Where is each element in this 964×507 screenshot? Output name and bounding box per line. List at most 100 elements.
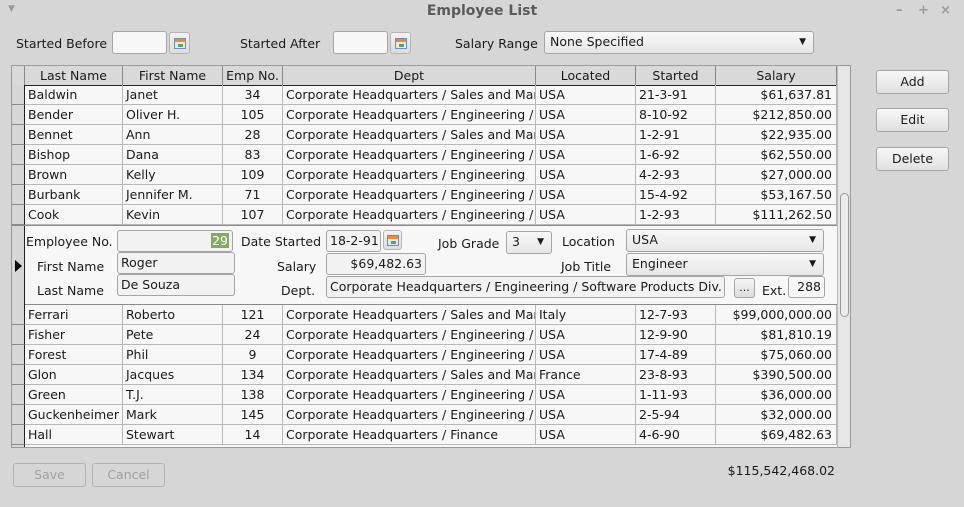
cell-last-name[interactable]: Glon (25, 365, 123, 385)
cell-dept[interactable]: Corporate Headquarters / Engineering / S… (283, 105, 536, 125)
date-started-calendar-button[interactable] (383, 230, 402, 250)
cell-first-name[interactable]: Jennifer M. (123, 185, 223, 205)
cell-emp-no[interactable]: 28 (223, 125, 283, 145)
cell-emp-no[interactable]: 83 (223, 145, 283, 165)
row-selector[interactable] (12, 365, 25, 385)
first-name-field[interactable]: Roger (117, 252, 235, 274)
started-after-calendar-button[interactable] (390, 32, 411, 54)
cell-last-name[interactable]: Cook (25, 205, 123, 225)
table-row[interactable]: Baldwin Janet 34 Corporate Headquarters / S… (12, 85, 838, 105)
cell-started[interactable]: 4-6-90 (636, 425, 716, 445)
cell-salary[interactable]: $27,000.00 (716, 165, 837, 185)
cell-located[interactable]: USA (536, 345, 636, 365)
close-icon[interactable]: × (940, 3, 951, 18)
row-selector[interactable] (12, 165, 25, 185)
column-header-started[interactable]: Started (636, 66, 716, 86)
cell-started[interactable]: 15-4-92 (636, 185, 716, 205)
column-header-last-name[interactable]: Last Name (25, 66, 123, 86)
add-button[interactable]: Add (876, 70, 949, 94)
cell-emp-no[interactable]: 9 (223, 345, 283, 365)
row-selector[interactable] (12, 325, 25, 345)
row-selector[interactable] (12, 145, 25, 165)
cell-first-name[interactable]: Kevin (123, 205, 223, 225)
cell-salary[interactable]: $22,935.00 (716, 125, 837, 145)
cell-started[interactable]: 12-9-90 (636, 325, 716, 345)
cell-located[interactable]: USA (536, 325, 636, 345)
table-row[interactable]: Guckenheimer Mark 145 Corporate Headquarter… (12, 405, 838, 425)
cell-last-name[interactable]: Ferrari (25, 305, 123, 325)
date-started-field[interactable]: 18-2-91 (326, 230, 381, 252)
cell-started[interactable]: 8-10-92 (636, 105, 716, 125)
cancel-button[interactable]: Cancel (92, 463, 165, 487)
cell-first-name[interactable]: Phil (123, 345, 223, 365)
cell-first-name[interactable]: Oliver H. (123, 105, 223, 125)
cell-dept[interactable]: Corporate Headquarters / Engineering / C… (283, 205, 536, 225)
cell-last-name[interactable]: Bender (25, 105, 123, 125)
cell-emp-no[interactable]: 121 (223, 305, 283, 325)
cell-last-name[interactable]: Brown (25, 165, 123, 185)
cell-salary[interactable]: $32,000.00 (716, 405, 837, 425)
row-selector[interactable] (12, 125, 25, 145)
cell-last-name[interactable]: Forest (25, 345, 123, 365)
cell-dept[interactable]: Corporate Headquarters / Engineering / C… (283, 325, 536, 345)
cell-located[interactable]: USA (536, 145, 636, 165)
started-after-input[interactable] (333, 31, 388, 54)
cell-last-name[interactable]: Green (25, 385, 123, 405)
cell-salary[interactable]: $61,637.81 (716, 85, 837, 105)
cell-emp-no[interactable]: 71 (223, 185, 283, 205)
save-button[interactable]: Save (13, 463, 86, 487)
grid-vertical-scrollbar[interactable] (837, 65, 851, 448)
cell-first-name[interactable]: Janet (123, 85, 223, 105)
cell-emp-no[interactable]: 107 (223, 205, 283, 225)
column-header-dept[interactable]: Dept (283, 66, 536, 86)
cell-emp-no[interactable]: 24 (223, 325, 283, 345)
cell-started[interactable]: 2-5-94 (636, 405, 716, 425)
scrollbar-thumb[interactable] (840, 193, 849, 317)
job-title-select[interactable]: Engineer ▼ (626, 253, 824, 276)
cell-salary[interactable]: $212,850.00 (716, 105, 837, 125)
cell-dept[interactable]: Corporate Headquarters / Engineering / S… (283, 185, 536, 205)
cell-located[interactable]: USA (536, 205, 636, 225)
cell-salary[interactable]: $36,000.00 (716, 385, 837, 405)
cell-emp-no[interactable]: 34 (223, 85, 283, 105)
cell-dept[interactable]: Corporate Headquarters / Engineering / S… (283, 405, 536, 425)
cell-salary[interactable]: $81,810.19 (716, 325, 837, 345)
cell-dept[interactable]: Corporate Headquarters / Engineering / S… (283, 385, 536, 405)
location-select[interactable]: USA ▼ (626, 229, 824, 252)
cell-located[interactable]: Italy (536, 305, 636, 325)
job-grade-select[interactable]: 3 ▼ (506, 231, 552, 254)
cell-emp-no[interactable]: 109 (223, 165, 283, 185)
column-header-emp-no[interactable]: Emp No. (223, 66, 283, 86)
cell-last-name[interactable]: Hall (25, 425, 123, 445)
cell-started[interactable]: 21-3-91 (636, 85, 716, 105)
column-header-located[interactable]: Located (536, 66, 636, 86)
cell-located[interactable]: USA (536, 385, 636, 405)
cell-emp-no[interactable]: 134 (223, 365, 283, 385)
cell-started[interactable]: 23-8-93 (636, 365, 716, 385)
cell-started[interactable]: 4-2-93 (636, 165, 716, 185)
cell-dept[interactable]: Corporate Headquarters / Engineering / S… (283, 345, 536, 365)
cell-emp-no[interactable]: 14 (223, 425, 283, 445)
row-selector[interactable] (12, 425, 25, 445)
cell-salary[interactable]: $99,000,000.00 (716, 305, 837, 325)
cell-salary[interactable]: $62,550.00 (716, 145, 837, 165)
started-before-calendar-button[interactable] (169, 32, 190, 54)
table-row[interactable]: Ferrari Roberto 121 Corporate Headquarters … (12, 305, 838, 325)
cell-first-name[interactable]: Mark (123, 405, 223, 425)
cell-first-name[interactable]: Pete (123, 325, 223, 345)
cell-last-name[interactable]: Bennet (25, 125, 123, 145)
cell-located[interactable]: USA (536, 425, 636, 445)
cell-located[interactable]: USA (536, 85, 636, 105)
cell-started[interactable]: 17-4-89 (636, 345, 716, 365)
salary-field[interactable]: $69,482.63 (326, 253, 426, 275)
table-row[interactable]: Bishop Dana 83 Corporate Headquarters / Eng… (12, 145, 838, 165)
cell-first-name[interactable]: T.J. (123, 385, 223, 405)
cell-emp-no[interactable]: 138 (223, 385, 283, 405)
cell-emp-no[interactable]: 145 (223, 405, 283, 425)
delete-button[interactable]: Delete (876, 147, 949, 171)
cell-located[interactable]: USA (536, 405, 636, 425)
salary-range-select[interactable]: None Specified ▼ (544, 31, 814, 54)
cell-located[interactable]: USA (536, 125, 636, 145)
cell-salary[interactable]: $69,482.63 (716, 425, 837, 445)
table-row[interactable]: Glon Jacques 134 Corporate Headquarters / S… (12, 365, 838, 385)
